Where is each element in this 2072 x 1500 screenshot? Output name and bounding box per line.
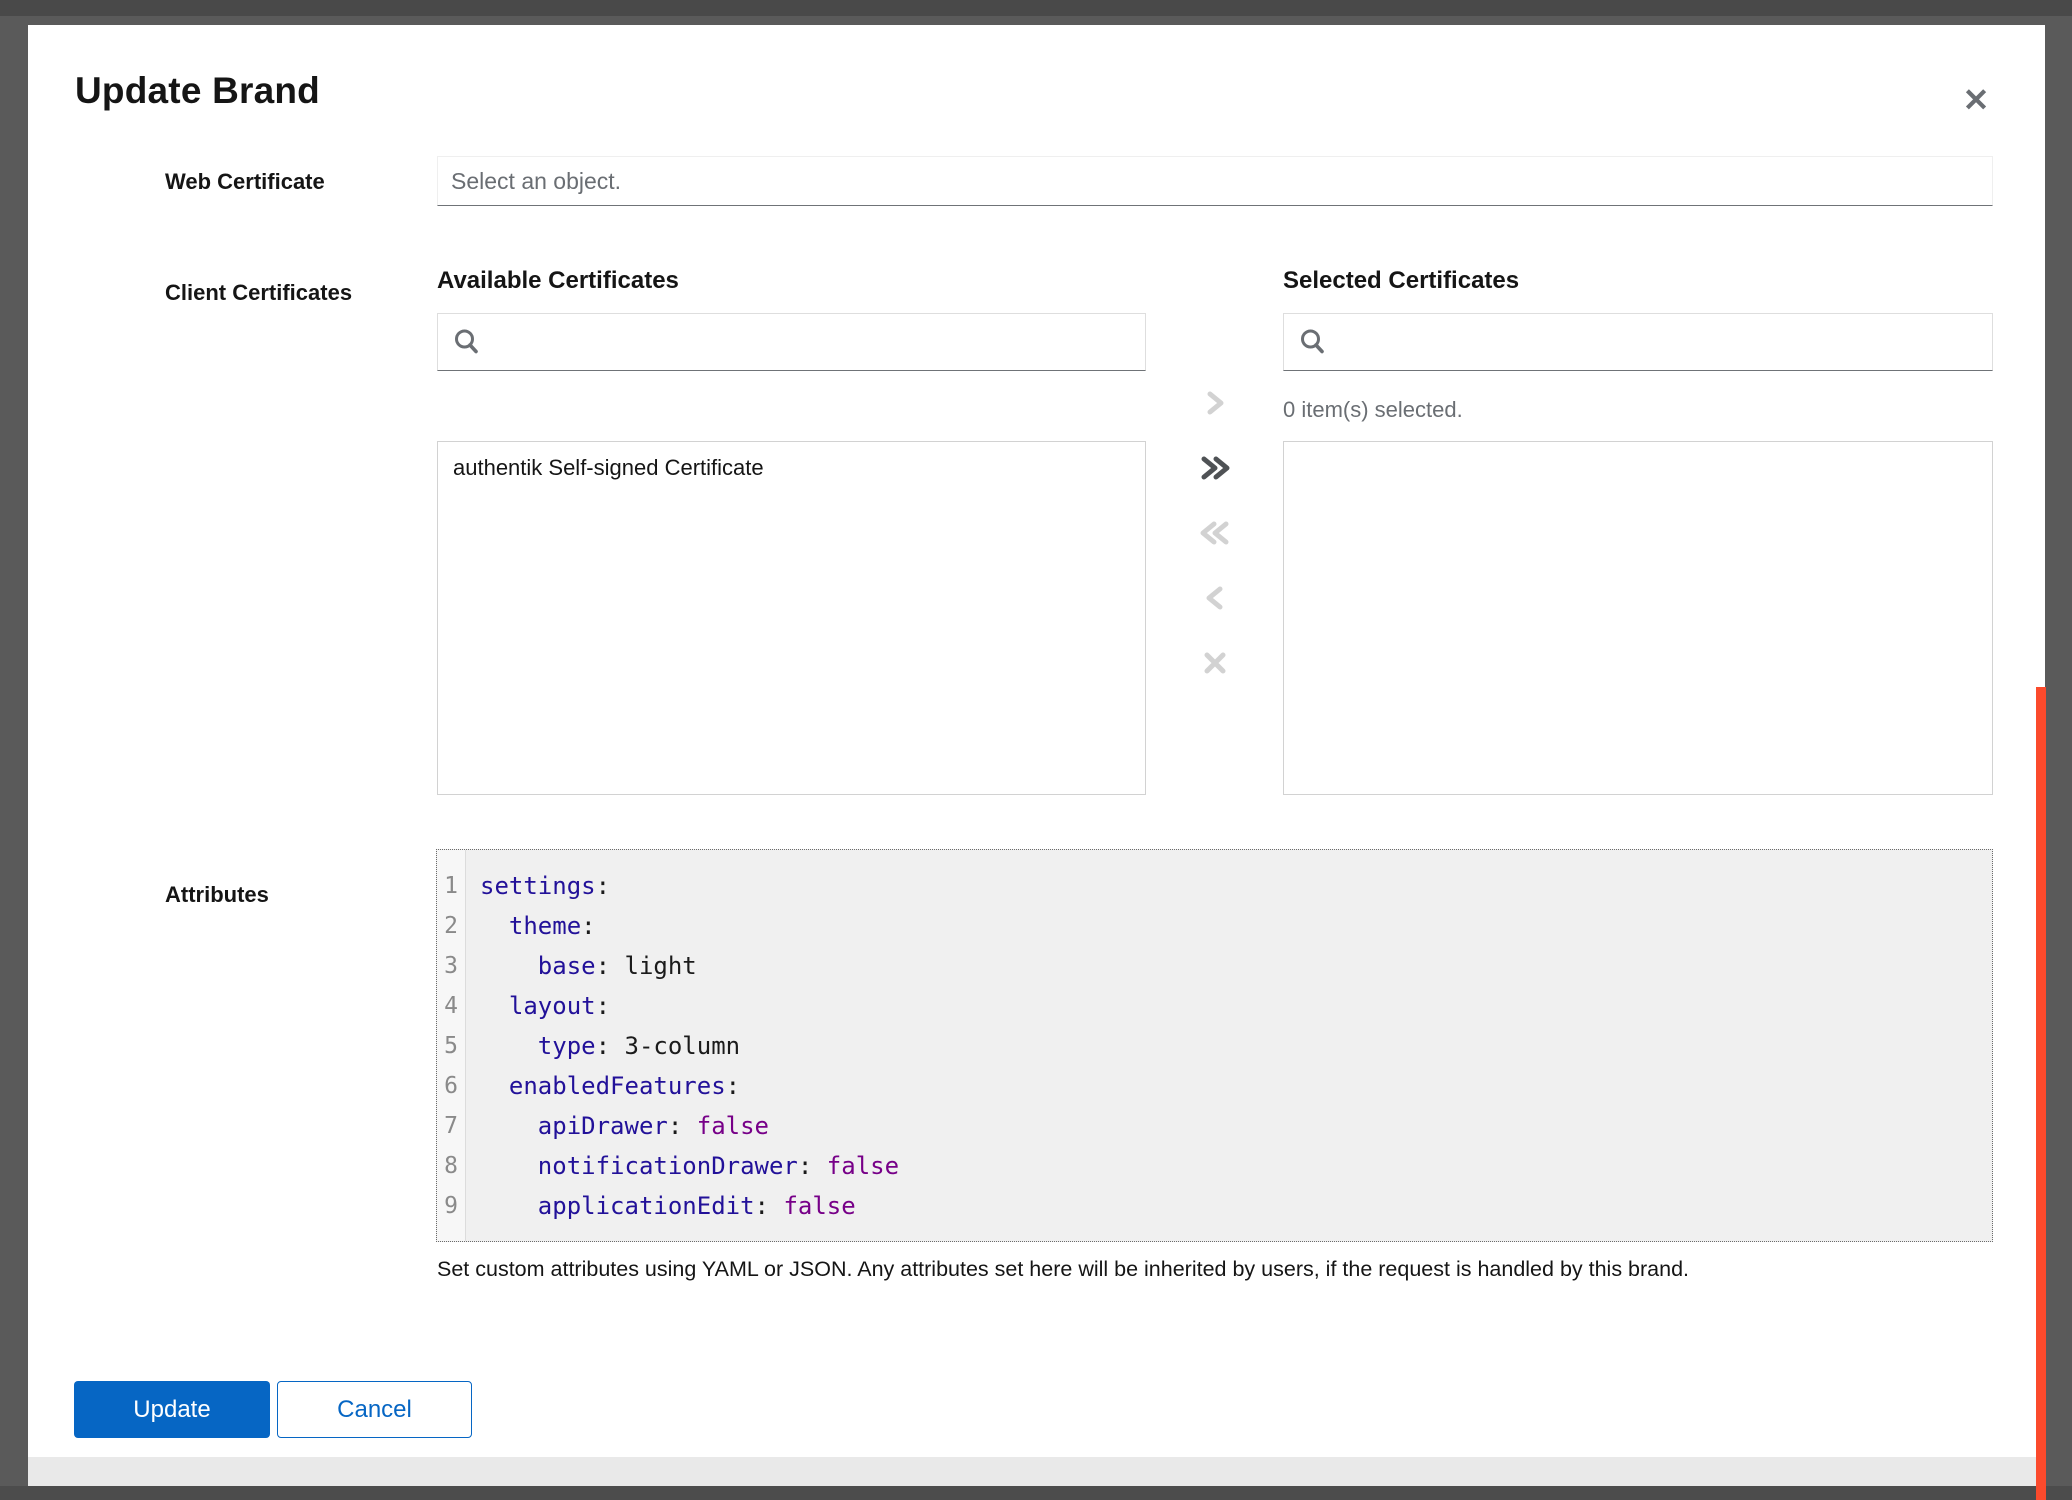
dimmed-page-background <box>0 1486 2072 1500</box>
line-number: 8 <box>437 1146 465 1186</box>
line-number: 7 <box>437 1106 465 1146</box>
code-line: notificationDrawer: false <box>480 1146 1992 1186</box>
dual-list-controls <box>1188 381 1242 706</box>
notification-edge-bar <box>2036 687 2046 1500</box>
code-line-numbers: 123456789 <box>437 850 466 1241</box>
selected-certificates-heading: Selected Certificates <box>1283 267 1519 295</box>
search-icon <box>1299 328 1327 356</box>
available-certificates-listbox[interactable]: authentik Self-signed Certificate <box>437 441 1146 795</box>
search-icon <box>453 328 481 356</box>
update-button[interactable]: Update <box>74 1381 270 1438</box>
cancel-button[interactable]: Cancel <box>277 1381 472 1438</box>
angle-right-icon <box>1202 389 1228 417</box>
web-certificate-placeholder: Select an object. <box>451 168 621 195</box>
available-search-input[interactable] <box>481 329 1145 355</box>
client-certificates-label: Client Certificates <box>165 280 352 306</box>
times-icon <box>1201 649 1229 677</box>
code-line: enabledFeatures: <box>480 1066 1992 1106</box>
line-number: 3 <box>437 946 465 986</box>
web-certificate-label: Web Certificate <box>165 169 325 195</box>
selected-count-status: 0 item(s) selected. <box>1283 397 1463 423</box>
update-brand-modal: Update Brand ✕ Web Certificate Select an… <box>28 25 2045 1486</box>
code-line: layout: <box>480 986 1992 1026</box>
line-number: 5 <box>437 1026 465 1066</box>
line-number: 6 <box>437 1066 465 1106</box>
code-line: applicationEdit: false <box>480 1186 1992 1226</box>
selected-search-input[interactable] <box>1327 329 1992 355</box>
modal-footer-strip <box>28 1457 2045 1486</box>
attributes-help-text: Set custom attributes using YAML or JSON… <box>437 1257 1993 1282</box>
angle-left-icon <box>1202 584 1228 612</box>
code-line: apiDrawer: false <box>480 1106 1992 1146</box>
available-certificates-heading: Available Certificates <box>437 267 679 295</box>
modal-title: Update Brand <box>75 70 320 112</box>
selected-certificates-listbox[interactable] <box>1283 441 1993 795</box>
code-line: settings: <box>480 866 1992 906</box>
attributes-code-editor[interactable]: 123456789 settings: theme: base: light l… <box>436 849 1993 1242</box>
selected-search-box <box>1283 313 1993 371</box>
angle-double-right-icon <box>1198 454 1232 482</box>
move-all-right-button[interactable] <box>1188 446 1242 490</box>
certificate-list-item[interactable]: authentik Self-signed Certificate <box>438 442 1145 494</box>
code-line: type: 3-column <box>480 1026 1992 1066</box>
line-number: 9 <box>437 1186 465 1226</box>
move-selected-left-button[interactable] <box>1188 576 1242 620</box>
dimmed-page-header <box>0 0 2072 16</box>
angle-double-left-icon <box>1198 519 1232 547</box>
close-icon[interactable]: ✕ <box>1953 77 1999 123</box>
web-certificate-select[interactable]: Select an object. <box>437 156 1993 206</box>
line-number: 2 <box>437 906 465 946</box>
move-selected-right-button[interactable] <box>1188 381 1242 425</box>
code-line: base: light <box>480 946 1992 986</box>
clear-selection-button[interactable] <box>1188 641 1242 685</box>
available-search-box <box>437 313 1146 371</box>
move-all-left-button[interactable] <box>1188 511 1242 555</box>
code-content[interactable]: settings: theme: base: light layout: typ… <box>466 850 1992 1241</box>
line-number: 4 <box>437 986 465 1026</box>
attributes-label: Attributes <box>165 882 269 908</box>
code-line: theme: <box>480 906 1992 946</box>
line-number: 1 <box>437 866 465 906</box>
